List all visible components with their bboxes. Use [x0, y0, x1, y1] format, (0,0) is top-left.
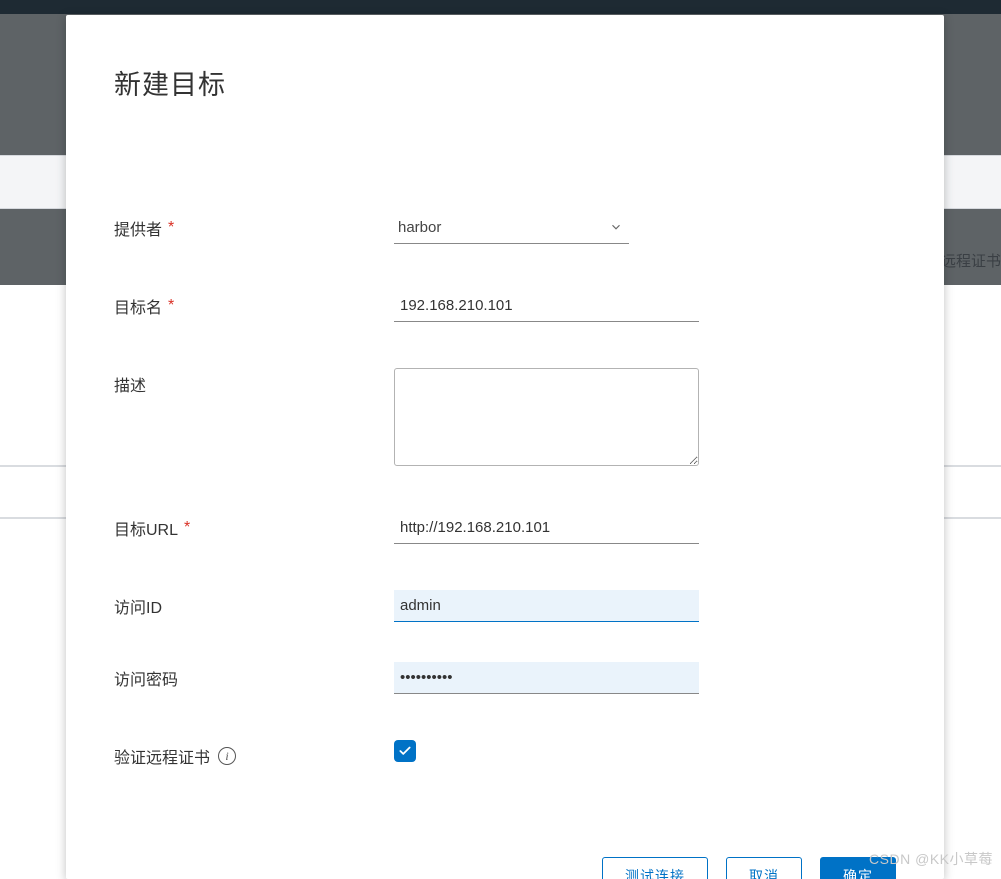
row-verify-cert: 验证远程证书 i [114, 740, 896, 768]
required-mark: * [168, 297, 174, 315]
label-verify-cert: 验证远程证书 i [114, 740, 394, 768]
verify-cert-checkbox[interactable] [394, 740, 416, 762]
required-mark: * [168, 219, 174, 237]
label-name: 目标名 * [114, 290, 394, 318]
label-url: 目标URL * [114, 512, 394, 540]
access-id-input[interactable] [394, 590, 699, 622]
watermark: CSDN @KK小草莓 [869, 849, 993, 869]
label-verify-cert-text: 验证远程证书 [114, 744, 210, 768]
test-connection-button[interactable]: 测试连接 [602, 857, 708, 879]
bg-app-header [0, 0, 1001, 14]
label-access-pw-text: 访问密码 [114, 666, 178, 690]
modal-footer: 测试连接 取消 确定 [602, 857, 896, 879]
row-url: 目标URL * [114, 512, 896, 544]
row-desc: 描述 [114, 368, 896, 466]
row-provider: 提供者 * [114, 212, 896, 244]
label-provider: 提供者 * [114, 212, 394, 240]
label-provider-text: 提供者 [114, 216, 162, 240]
row-access-id: 访问ID [114, 590, 896, 622]
info-icon[interactable]: i [218, 747, 236, 765]
check-icon [398, 744, 412, 758]
name-input[interactable] [394, 290, 699, 322]
label-url-text: 目标URL [114, 516, 178, 540]
label-access-pw: 访问密码 [114, 662, 394, 690]
row-access-pw: 访问密码 [114, 662, 896, 694]
modal-title: 新建目标 [114, 63, 896, 102]
label-desc: 描述 [114, 368, 394, 396]
access-pw-input[interactable] [394, 662, 699, 694]
provider-select-value[interactable] [394, 212, 629, 244]
label-name-text: 目标名 [114, 294, 162, 318]
provider-select[interactable] [394, 212, 629, 244]
row-name: 目标名 * [114, 290, 896, 322]
desc-textarea[interactable] [394, 368, 699, 466]
required-mark: * [184, 519, 190, 537]
create-target-modal: 新建目标 提供者 * 目标名 * 描述 目标URL * [66, 15, 944, 879]
label-desc-text: 描述 [114, 372, 146, 396]
url-input[interactable] [394, 512, 699, 544]
cancel-button[interactable]: 取消 [726, 857, 802, 879]
label-access-id: 访问ID [114, 590, 394, 618]
label-access-id-text: 访问ID [114, 594, 162, 618]
